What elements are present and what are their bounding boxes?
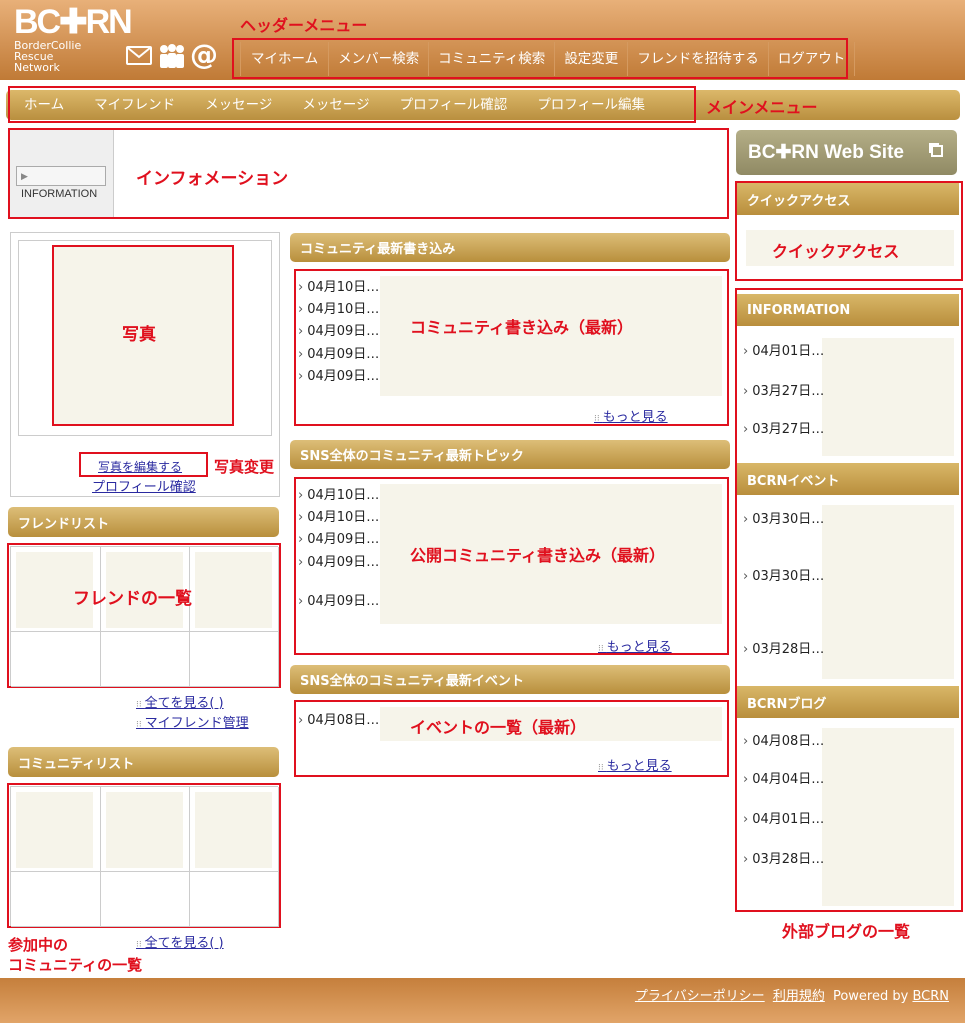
manage-friends-link[interactable]: マイフレンド管理 bbox=[136, 712, 249, 731]
header-menu-annotation: ヘッダーメニュー bbox=[240, 16, 368, 35]
sec2-item-3[interactable]: 04月09日… bbox=[298, 528, 379, 547]
quick-access-title: クイックアクセス bbox=[737, 183, 959, 215]
public-posts-annotation: 公開コミュニティ書き込み（最新） bbox=[410, 546, 666, 565]
sec2-more-link[interactable]: もっと見る bbox=[598, 636, 672, 655]
mail-icon[interactable] bbox=[126, 46, 152, 65]
photo-change-annotation: 写真変更 bbox=[214, 458, 275, 476]
right-blog-item-3[interactable]: 04月01日… bbox=[743, 808, 824, 827]
right-blog-item-4[interactable]: 03月28日… bbox=[743, 848, 824, 867]
community-annotation-1: 参加中の bbox=[8, 936, 69, 954]
logo-text: BC✚RN bbox=[14, 3, 133, 41]
friend-cell-4 bbox=[11, 632, 101, 687]
sec2-title: SNS全体のコミュニティ最新トピック bbox=[290, 440, 730, 469]
friend-cell-5 bbox=[101, 632, 190, 687]
main-menu-home[interactable]: ホーム bbox=[24, 94, 64, 116]
right-info-content bbox=[822, 338, 954, 456]
at-icon[interactable]: @ bbox=[190, 38, 218, 71]
community-posts-annotation: コミュニティ書き込み（最新） bbox=[410, 318, 634, 337]
sec1-item-3[interactable]: 04月09日… bbox=[298, 320, 379, 339]
main-menu: ホーム マイフレンド メッセージ メッセージ プロフィール確認 プロフィール編集 bbox=[24, 94, 645, 116]
header-menu: マイホーム メンバー検索 コミュニティ検索 設定変更 フレンドを招待する ログア… bbox=[240, 42, 856, 76]
sec1-more-link[interactable]: もっと見る bbox=[594, 406, 668, 425]
sec3-title: SNS全体のコミュニティ最新イベント bbox=[290, 665, 730, 694]
main-menu-myfriends[interactable]: マイフレンド bbox=[94, 94, 175, 116]
website-banner-label: BC✚RN Web Site bbox=[748, 142, 904, 163]
main-menu-profile-check[interactable]: プロフィール確認 bbox=[400, 94, 508, 116]
right-event-item-3[interactable]: 03月28日… bbox=[743, 638, 824, 657]
header-menu-invite[interactable]: フレンドを招待する bbox=[628, 42, 769, 76]
friend-cell-3[interactable] bbox=[190, 547, 279, 632]
terms-link[interactable]: 利用規約 bbox=[773, 989, 825, 1004]
right-info-item-2[interactable]: 03月27日… bbox=[743, 380, 824, 399]
sec2-item-4[interactable]: 04月09日… bbox=[298, 551, 379, 570]
header-menu-member-search[interactable]: メンバー検索 bbox=[329, 42, 430, 76]
friend-list-annotation: フレンドの一覧 bbox=[73, 589, 192, 609]
photo-annotation: 写真 bbox=[122, 325, 156, 345]
quick-access-annotation: クイックアクセス bbox=[772, 242, 900, 261]
bcrn-link[interactable]: BCRN bbox=[912, 989, 949, 1004]
external-link-icon bbox=[931, 145, 943, 157]
tag-arrow-icon: ▶ bbox=[21, 171, 28, 181]
main-menu-annotation: メインメニュー bbox=[706, 98, 818, 117]
community-cell-4 bbox=[11, 872, 101, 927]
logo[interactable]: BC✚RN BorderCollie Rescue Network bbox=[14, 3, 133, 74]
header-menu-myhome[interactable]: マイホーム bbox=[240, 42, 330, 76]
footer-links: プライバシーポリシー 利用規約 Powered by BCRN bbox=[635, 985, 949, 1004]
right-event-content bbox=[822, 505, 954, 679]
right-blog-title: BCRNブログ bbox=[737, 686, 959, 718]
friend-see-all-link[interactable]: 全てを見る( ) bbox=[136, 692, 224, 711]
main-menu-message-1[interactable]: メッセージ bbox=[205, 94, 272, 116]
sec3-item-1[interactable]: 04月08日… bbox=[298, 709, 379, 728]
event-list-annotation: イベントの一覧（最新） bbox=[410, 718, 587, 737]
edit-photo-link[interactable]: 写真を編集する bbox=[98, 458, 182, 475]
profile-check-link[interactable]: プロフィール確認 bbox=[92, 476, 196, 495]
right-info-title: INFORMATION bbox=[737, 294, 959, 326]
community-cell-6 bbox=[190, 872, 279, 927]
friend-list-title: フレンドリスト bbox=[8, 507, 279, 537]
website-banner[interactable]: BC✚RN Web Site bbox=[736, 130, 957, 175]
community-cell-3[interactable] bbox=[190, 787, 279, 872]
information-tag: ▶ INFORMATION bbox=[16, 166, 106, 200]
sec2-item-5[interactable]: 04月09日… bbox=[298, 590, 379, 609]
community-cell-5 bbox=[101, 872, 190, 927]
main-menu-profile-edit[interactable]: プロフィール編集 bbox=[537, 94, 645, 116]
main-menu-message-2[interactable]: メッセージ bbox=[302, 94, 369, 116]
header-menu-community-search[interactable]: コミュニティ検索 bbox=[429, 42, 556, 76]
right-info-item-1[interactable]: 04月01日… bbox=[743, 340, 824, 359]
privacy-link[interactable]: プライバシーポリシー bbox=[635, 989, 765, 1004]
right-blog-item-1[interactable]: 04月08日… bbox=[743, 730, 824, 749]
right-blog-content bbox=[822, 728, 954, 906]
sec1-item-5[interactable]: 04月09日… bbox=[298, 365, 379, 384]
sec1-item-4[interactable]: 04月09日… bbox=[298, 343, 379, 362]
sec2-item-2[interactable]: 04月10日… bbox=[298, 506, 379, 525]
community-cell-2[interactable] bbox=[101, 787, 190, 872]
sec1-title: コミュニティ最新書き込み bbox=[290, 233, 730, 262]
information-panel bbox=[8, 128, 729, 219]
right-event-title: BCRNイベント bbox=[737, 463, 959, 495]
information-annotation: インフォメーション bbox=[136, 169, 289, 189]
members-icon[interactable] bbox=[158, 44, 186, 72]
sec1-item-1[interactable]: 04月10日… bbox=[298, 276, 379, 295]
community-grid bbox=[10, 786, 279, 927]
right-event-item-2[interactable]: 03月30日… bbox=[743, 565, 824, 584]
community-see-all-link[interactable]: 全てを見る( ) bbox=[136, 932, 224, 951]
friend-cell-6 bbox=[190, 632, 279, 687]
community-list-title: コミュニティリスト bbox=[8, 747, 279, 777]
right-event-item-1[interactable]: 03月30日… bbox=[743, 508, 824, 527]
information-tag-label: INFORMATION bbox=[21, 188, 98, 200]
sec1-item-2[interactable]: 04月10日… bbox=[298, 298, 379, 317]
friend-grid bbox=[10, 546, 279, 687]
sec3-more-link[interactable]: もっと見る bbox=[598, 755, 672, 774]
powered-by-text: Powered by bbox=[832, 989, 909, 1004]
header-menu-logout[interactable]: ログアウト bbox=[769, 42, 856, 76]
community-cell-1[interactable] bbox=[11, 787, 101, 872]
sec2-item-1[interactable]: 04月10日… bbox=[298, 484, 379, 503]
external-blog-annotation: 外部ブログの一覧 bbox=[782, 922, 911, 941]
right-blog-item-2[interactable]: 04月04日… bbox=[743, 768, 824, 787]
right-info-item-3[interactable]: 03月27日… bbox=[743, 418, 824, 437]
community-annotation-2: コミュニティの一覧 bbox=[8, 956, 143, 974]
header-menu-settings[interactable]: 設定変更 bbox=[555, 42, 629, 76]
logo-sub-3: Network bbox=[14, 61, 60, 74]
